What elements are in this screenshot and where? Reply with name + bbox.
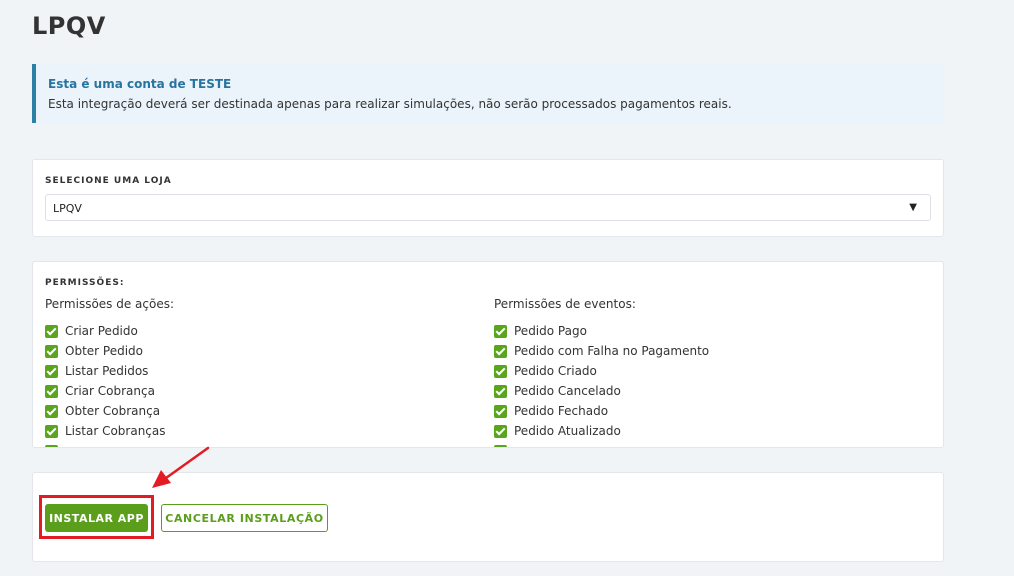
permission-item-partial xyxy=(494,441,709,447)
checkbox-checked-icon xyxy=(494,364,507,378)
checkbox-checked-icon xyxy=(494,344,507,358)
checkbox-checked-icon xyxy=(494,324,507,338)
arrow-shaft xyxy=(164,446,210,480)
permission-label: Listar Cobranças xyxy=(65,424,166,438)
permission-label: Criar Cobrança xyxy=(65,384,155,398)
permission-item: Pedido Criado xyxy=(494,361,709,381)
permission-item: Pedido Cancelado xyxy=(494,381,709,401)
checkbox-checked-icon xyxy=(494,444,507,447)
permission-label: Listar Pedidos xyxy=(65,364,149,378)
page-title: LPQV xyxy=(32,12,106,40)
test-account-alert: Esta é uma conta de TESTE Esta integraçã… xyxy=(32,64,944,123)
checkbox-checked-icon xyxy=(494,384,507,398)
permission-label: Pedido com Falha no Pagamento xyxy=(514,344,710,358)
chevron-down-icon: ▼ xyxy=(909,202,917,213)
permission-item: Criar Pedido xyxy=(45,321,174,341)
event-permissions: Permissões de eventos: Pedido Pago Pedid… xyxy=(494,297,709,447)
permission-label: Obter Pedido xyxy=(65,344,143,358)
permission-label: Pedido Fechado xyxy=(514,404,609,418)
app-install-page: LPQV Esta é uma conta de TESTE Esta inte… xyxy=(0,0,1014,576)
permission-label: Pedido Atualizado xyxy=(514,424,621,438)
checkbox-checked-icon xyxy=(45,344,58,358)
permission-item: Pedido com Falha no Pagamento xyxy=(494,341,709,361)
store-select-value: LPQV xyxy=(53,202,82,215)
permission-item: Obter Pedido xyxy=(45,341,174,361)
event-permissions-heading: Permissões de eventos: xyxy=(494,297,636,311)
permission-item: Obter Cobrança xyxy=(45,401,174,421)
alert-text: Esta integração deverá ser destinada ape… xyxy=(48,97,732,111)
permissions-card[interactable]: PERMISSÕES: Permissões de ações: Criar P… xyxy=(32,261,944,448)
alert-title: Esta é uma conta de TESTE xyxy=(48,77,232,91)
permission-item: Listar Cobranças xyxy=(45,421,174,441)
permission-item: Pedido Pago xyxy=(494,321,709,341)
checkbox-checked-icon xyxy=(45,384,58,398)
checkbox-checked-icon xyxy=(494,424,507,438)
permission-label: Criar Pedido xyxy=(65,324,138,338)
checkbox-checked-icon xyxy=(45,364,58,378)
store-select-label: SELECIONE UMA LOJA xyxy=(45,176,172,186)
arrow-head xyxy=(152,470,171,488)
permission-item: Pedido Atualizado xyxy=(494,421,709,441)
cancel-installation-button[interactable]: CANCELAR INSTALAÇÃO xyxy=(161,504,328,532)
checkbox-checked-icon xyxy=(45,424,58,438)
action-permissions: Permissões de ações: Criar Pedido Obter … xyxy=(45,297,175,447)
permission-label: Obter Cobrança xyxy=(65,404,161,418)
annotation-arrow-icon xyxy=(152,446,210,488)
highlight-box xyxy=(39,495,154,539)
checkbox-checked-icon xyxy=(494,404,507,418)
action-permissions-heading: Permissões de ações: xyxy=(45,297,175,311)
store-select-card: SELECIONE UMA LOJA LPQV ▼ xyxy=(32,159,944,237)
checkbox-checked-icon xyxy=(45,324,58,338)
checkbox-checked-icon xyxy=(45,444,58,447)
permission-label: Pedido Pago xyxy=(514,324,587,338)
store-select[interactable]: LPQV ▼ xyxy=(45,194,931,221)
permissions-label: PERMISSÕES: xyxy=(45,278,125,288)
permission-item: Criar Cobrança xyxy=(45,381,174,401)
checkbox-checked-icon xyxy=(45,404,58,418)
permission-item: Listar Pedidos xyxy=(45,361,174,381)
permission-label: Pedido Cancelado xyxy=(514,384,621,398)
permission-label: Pedido Criado xyxy=(514,364,597,378)
permission-item: Pedido Fechado xyxy=(494,401,709,421)
